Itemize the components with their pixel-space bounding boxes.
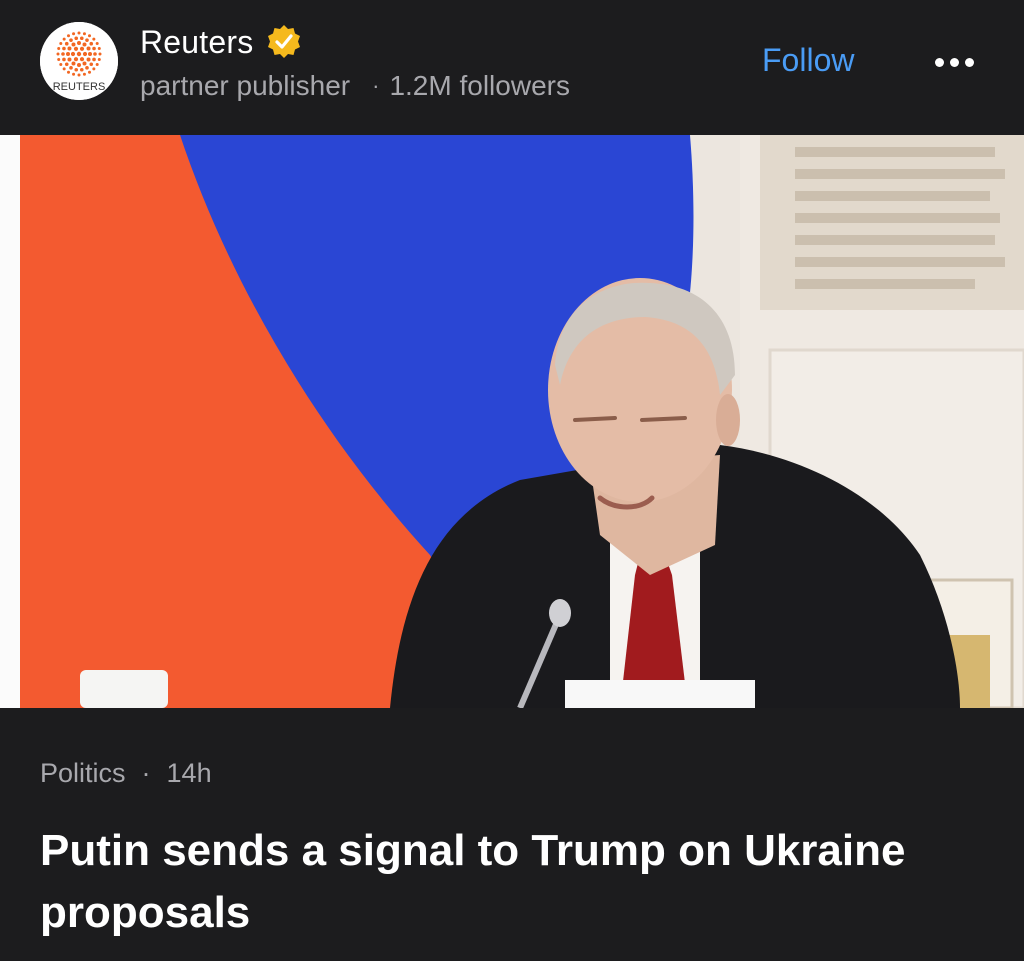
logo-dot [85,38,89,42]
publisher-logo-avatar[interactable]: REUTERS [40,22,118,100]
logo-dot [73,57,79,62]
logo-dot [79,57,85,62]
article-age: 14h [166,758,212,788]
logo-dot [67,46,72,51]
logo-dot [86,46,91,51]
logo-dot [97,47,101,51]
news-photo [0,135,1024,708]
verified-badge-icon [268,25,301,58]
logo-dot [98,52,102,56]
follower-count: 1.2M followers [389,70,570,101]
more-dot [934,57,944,67]
publisher-type: partner publisher [140,70,351,101]
reuters-logo-icon: REUTERS [40,22,118,100]
logo-dot [92,37,96,41]
logo-dot [62,46,66,51]
logo-dot [85,66,89,70]
logo-dot [72,32,76,36]
logo-dot [86,57,91,62]
meta-separator: · [141,758,151,788]
publisher-meta: partner publisher · 1.2M followers [140,70,570,102]
logo-dot [74,36,79,41]
logo-dot [89,62,94,67]
logo-dot [70,51,76,57]
meta-separator: · [372,73,380,98]
logo-dot [62,37,66,41]
logo-dot [88,70,91,74]
logo-dot [95,63,99,66]
publisher-name-row: Reuters [140,22,303,62]
article-meta: Politics · 14h [40,758,212,789]
logo-dot [64,62,69,67]
logo-dot [76,51,82,57]
logo-dot [79,36,84,41]
logo-dot [79,67,84,72]
logo-dot [57,57,61,61]
logo-dot [95,42,99,45]
logo-dot [59,63,63,66]
logo-dot [62,57,66,62]
logo-dot [73,46,79,51]
logo-dot [62,67,66,71]
logo-dot [72,72,76,76]
logo-dot [92,67,96,71]
logo-dot [82,32,86,36]
logo-dot [79,46,85,51]
logo-dot [82,51,88,57]
logo-dot [66,52,70,56]
logo-dot [93,52,97,56]
logo-dot [77,31,81,35]
article-category[interactable]: Politics [40,758,126,789]
logo-dot [71,61,76,66]
logo-dot [77,41,81,45]
logo-wordmark: REUTERS [53,81,106,93]
follow-button[interactable]: Follow [762,42,854,79]
more-dot [964,57,974,67]
logo-dot [64,41,69,46]
logo-dot [89,41,94,46]
logo-dot [92,46,96,51]
logo-dot [88,52,92,56]
logo-dot [92,57,96,62]
logo-dot [82,61,87,66]
logo-dot [71,42,76,47]
logo-dot [74,67,79,72]
logo-dot [69,66,73,70]
article-info[interactable]: Politics · 14h Putin sends a signal to T… [0,708,1024,961]
logo-dot [57,47,61,51]
publisher-header: REUTERS Reuters partner publisher · 1.2M… [0,0,1024,135]
article-headline[interactable]: Putin sends a signal to Trump on Ukraine… [40,820,1000,944]
logo-dot [61,52,65,56]
logo-dot [97,57,101,61]
logo-dot [56,52,60,56]
publisher-name[interactable]: Reuters [140,24,253,61]
article-photo[interactable] [0,135,1024,708]
logo-dot [67,34,70,38]
logo-dot [67,70,70,74]
logo-dot [77,73,81,77]
more-dot [949,57,959,67]
more-options-button[interactable] [926,44,982,80]
logo-dot [88,34,91,38]
logo-dot [82,42,87,47]
logo-dot [59,42,63,45]
logo-dot [67,57,72,62]
logo-dot [82,72,86,76]
logo-dot [69,38,73,42]
logo-dot [77,63,81,67]
